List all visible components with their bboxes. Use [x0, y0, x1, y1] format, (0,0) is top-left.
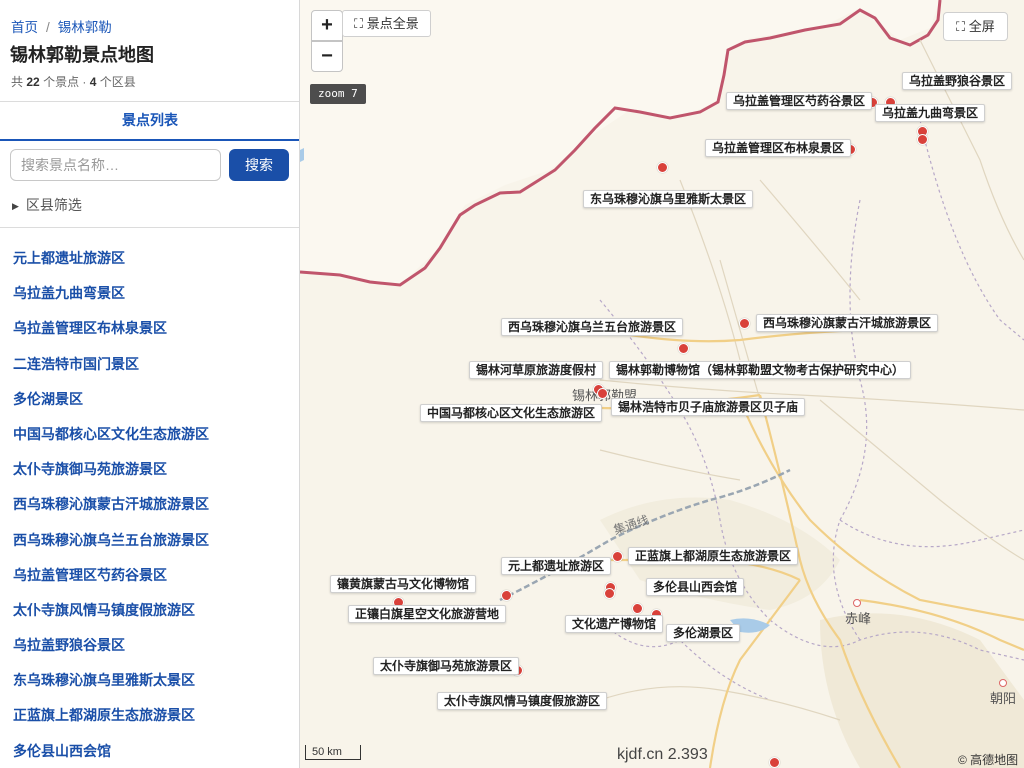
- map-label[interactable]: 乌拉盖九曲弯景区: [875, 104, 986, 122]
- map-marker[interactable]: [611, 550, 623, 562]
- map-canvas[interactable]: + − ⛶ 景点全景 ⛶ 全屏 zoom 7 集通线 锡林郭勒盟 赤峰 朝阳 乌…: [300, 0, 1024, 768]
- watermark-text: kjdf.cn 2.393: [617, 746, 708, 763]
- spot-list-item[interactable]: 西乌珠穆沁旗蒙古汗城旅游景区: [13, 489, 209, 524]
- map-marker[interactable]: [768, 756, 780, 768]
- spot-list-item[interactable]: 正蓝旗上都湖原生态旅游景区: [13, 700, 209, 735]
- map-label[interactable]: 乌拉盖野狼谷景区: [902, 72, 1013, 90]
- spot-list-item[interactable]: 乌拉盖管理区布林泉景区: [13, 313, 209, 348]
- map-marker[interactable]: [596, 387, 608, 399]
- spot-list-item[interactable]: 太仆寺旗风情马镇度假旅游区: [13, 595, 209, 630]
- map-label[interactable]: 乌拉盖管理区芍药谷景区: [726, 92, 873, 110]
- search-button[interactable]: 搜索: [229, 149, 289, 181]
- map-label[interactable]: 正镶白旗星空文化旅游营地: [348, 605, 507, 623]
- map-label[interactable]: 乌拉盖管理区布林泉景区: [705, 139, 852, 157]
- divider: [0, 227, 299, 228]
- spot-list-item[interactable]: 乌拉盖管理区芍药谷景区: [13, 560, 209, 595]
- spot-list-item[interactable]: 西乌珠穆沁旗乌兰五台旅游景区: [13, 525, 209, 560]
- show-all-label: 景点全景: [366, 16, 419, 31]
- map-label[interactable]: 东乌珠穆沁旗乌里雅斯太景区: [583, 190, 754, 208]
- scale-label: 50 km: [312, 746, 342, 758]
- triangle-right-icon: ▶: [12, 201, 19, 211]
- breadcrumb-current-link[interactable]: 锡林郭勒: [58, 20, 112, 35]
- spot-list-item[interactable]: 元上都遗址旅游区: [13, 243, 209, 278]
- spot-list: 元上都遗址旅游区 乌拉盖九曲弯景区 乌拉盖管理区布林泉景区 二连浩特市国门景区 …: [13, 243, 209, 768]
- map-label[interactable]: 元上都遗址旅游区: [501, 557, 612, 575]
- spot-count: 22: [26, 75, 40, 89]
- map-label[interactable]: 镶黄旗蒙古马文化博物馆: [330, 575, 477, 593]
- spot-list-item[interactable]: 乌拉盖野狼谷景区: [13, 630, 209, 665]
- spot-list-item[interactable]: 多伦县山西会馆: [13, 736, 209, 768]
- map-label[interactable]: 西乌珠穆沁旗蒙古汗城旅游景区: [756, 314, 939, 332]
- map-marker[interactable]: [916, 133, 928, 145]
- spot-list-item[interactable]: 乌拉盖九曲弯景区: [13, 278, 209, 313]
- spot-list-item[interactable]: 多伦湖景区: [13, 384, 209, 419]
- zoom-out-button[interactable]: −: [311, 41, 343, 72]
- map-marker[interactable]: [500, 589, 512, 601]
- district-filter-toggle[interactable]: ▶ 区县筛选: [12, 195, 82, 215]
- map-label[interactable]: 多伦湖景区: [666, 624, 741, 642]
- map-label[interactable]: 太仆寺旗风情马镇度假旅游区: [437, 692, 608, 710]
- summary-text: 共 22 个景点 · 4 个区县: [11, 73, 136, 90]
- map-marker[interactable]: [631, 602, 643, 614]
- zoom-in-button[interactable]: +: [311, 10, 343, 41]
- search-input[interactable]: [10, 149, 221, 181]
- map-label[interactable]: 西乌珠穆沁旗乌兰五台旅游景区: [501, 318, 684, 336]
- spot-list-item[interactable]: 中国马都核心区文化生态旅游区: [13, 419, 209, 454]
- zoom-level-badge: zoom 7: [310, 84, 366, 104]
- fullscreen-icon: ⛶: [956, 19, 969, 34]
- page-title: 锡林郭勒景点地图: [10, 45, 154, 65]
- summary-spot-unit: 个景点 ·: [43, 75, 87, 89]
- map-label[interactable]: 中国马都核心区文化生态旅游区: [420, 404, 603, 422]
- map-label[interactable]: 锡林河草原旅游度假村: [469, 361, 604, 379]
- breadcrumb: 首页 / 锡林郭勒: [11, 16, 112, 36]
- breadcrumb-separator: /: [46, 20, 50, 35]
- map-marker[interactable]: [738, 317, 750, 329]
- map-marker[interactable]: [603, 587, 615, 599]
- fullscreen-label: 全屏: [968, 19, 995, 34]
- map-attribution[interactable]: © 高德地图: [958, 751, 1018, 768]
- spot-list-item[interactable]: 东乌珠穆沁旗乌里雅斯太景区: [13, 665, 209, 700]
- city-dot-chifeng: [853, 599, 861, 607]
- sidebar: 首页 / 锡林郭勒 锡林郭勒景点地图 共 22 个景点 · 4 个区县 景点列表 搜…: [0, 0, 300, 768]
- scale-bar: 50 km: [305, 745, 361, 760]
- map-label[interactable]: 正蓝旗上都湖原生态旅游景区: [628, 547, 799, 565]
- map-label[interactable]: 锡林郭勒博物馆（锡林郭勒盟文物考古保护研究中心）: [609, 361, 912, 379]
- breadcrumb-home-link[interactable]: 首页: [11, 20, 38, 35]
- district-count: 4: [89, 75, 97, 89]
- city-dot-chaoyang: [999, 679, 1007, 687]
- summary-prefix: 共: [11, 75, 24, 89]
- map-marker[interactable]: [656, 161, 668, 173]
- map-marker[interactable]: [677, 342, 689, 354]
- tab-spot-list[interactable]: 景点列表: [0, 102, 299, 141]
- spot-list-item[interactable]: 太仆寺旗御马苑旅游景区: [13, 454, 209, 489]
- city-label-chifeng: 赤峰: [845, 611, 872, 626]
- expand-icon: ⛶: [354, 16, 367, 31]
- city-label-chaoyang: 朝阳: [990, 691, 1017, 706]
- spot-list-item[interactable]: 二连浩特市国门景区: [13, 349, 209, 384]
- map-label[interactable]: 太仆寺旗御马苑旅游景区: [373, 657, 520, 675]
- show-all-spots-button[interactable]: ⛶ 景点全景: [342, 10, 431, 37]
- map-label[interactable]: 锡林浩特市贝子庙旅游景区贝子庙: [611, 398, 806, 416]
- summary-district-unit: 个区县: [99, 75, 136, 89]
- map-label[interactable]: 多伦县山西会馆: [646, 578, 745, 596]
- fullscreen-button[interactable]: ⛶ 全屏: [943, 12, 1008, 41]
- district-filter-label: 区县筛选: [25, 197, 82, 213]
- map-label[interactable]: 文化遗产博物馆: [565, 615, 664, 633]
